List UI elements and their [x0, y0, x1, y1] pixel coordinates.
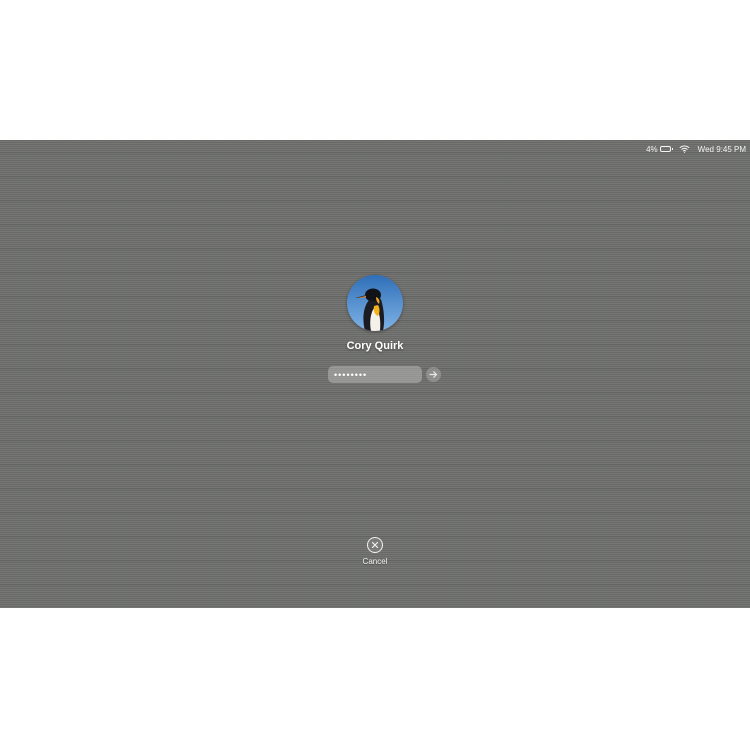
- close-icon: [367, 537, 383, 553]
- penguin-avatar-icon: [347, 275, 403, 331]
- submit-button[interactable]: [426, 367, 441, 382]
- arrow-right-icon: [429, 371, 438, 378]
- cancel-button[interactable]: Cancel: [355, 537, 395, 573]
- password-field[interactable]: ••••••••: [328, 366, 422, 383]
- user-name: Cory Quirk: [346, 340, 404, 352]
- login-screen: 4% Wed 9:45 PM Cory Quirk •••••••• Cance…: [0, 140, 750, 608]
- login-panel: Cory Quirk •••••••• Cancel: [0, 140, 750, 608]
- user-avatar[interactable]: [347, 275, 403, 331]
- cancel-label: Cancel: [362, 557, 388, 566]
